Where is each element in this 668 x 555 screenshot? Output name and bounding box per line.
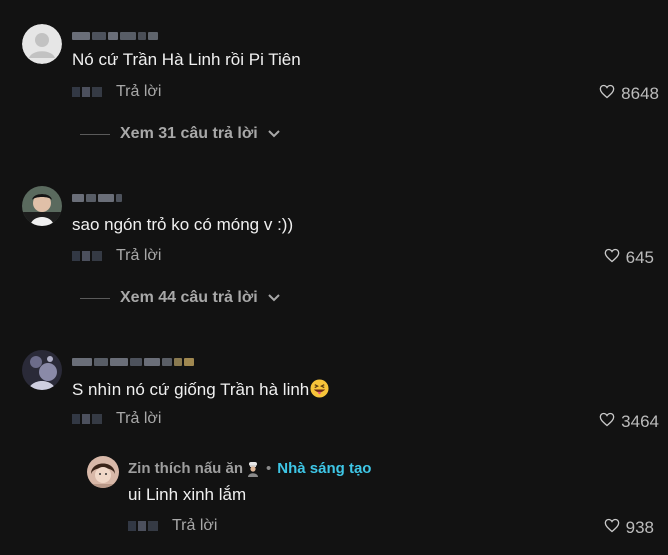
reply-text: ui Linh xinh lắm — [128, 485, 247, 504]
comment-meta: Trả lời — [72, 410, 161, 428]
reply-button[interactable]: Trả lời — [116, 83, 161, 101]
comment-meta: Trả lời — [72, 83, 161, 101]
heart-icon — [604, 518, 620, 538]
avatar[interactable] — [22, 350, 62, 390]
like-count: 3464 — [621, 412, 659, 431]
comment-meta: Trả lời — [72, 247, 161, 265]
date-blurred — [72, 87, 102, 97]
divider — [80, 133, 110, 135]
date-blurred — [72, 251, 102, 261]
divider — [80, 297, 110, 299]
chef-icon — [246, 461, 260, 477]
avatar[interactable] — [22, 186, 62, 226]
date-blurred — [72, 414, 102, 424]
username-blurred[interactable] — [72, 357, 194, 367]
like-count: 938 — [625, 518, 654, 537]
username-blurred[interactable] — [72, 31, 158, 41]
view-replies-label: Xem 31 câu trả lời — [120, 125, 258, 142]
separator: • — [266, 460, 272, 477]
heart-icon — [599, 412, 615, 432]
like-count: 645 — [625, 248, 654, 267]
like-button[interactable]: 645 — [604, 248, 654, 268]
avatar[interactable] — [87, 456, 119, 488]
reply-button[interactable]: Trả lời — [116, 247, 161, 265]
reply-button[interactable]: Trả lời — [172, 517, 217, 535]
view-replies-button[interactable]: Xem 31 câu trả lời — [80, 125, 280, 143]
comment-text-content: S nhìn nó cứ giống Trần hà linh — [72, 380, 310, 399]
avatar[interactable] — [22, 24, 62, 64]
reply-author-row: Zin thích nấu ăn • Nhà sáng tạo — [128, 460, 371, 477]
reply-author-name[interactable]: Zin thích nấu ăn — [128, 460, 243, 477]
creator-badge: Nhà sáng tạo — [277, 460, 372, 477]
like-button[interactable]: 8648 — [599, 84, 659, 104]
reply-button[interactable]: Trả lời — [116, 410, 161, 428]
heart-icon — [599, 84, 615, 104]
laughing-tongue-emoji-icon — [310, 379, 329, 398]
comments-panel: Nó cứ Trần Hà Linh rồi Pi Tiên Trả lời 8… — [0, 0, 668, 555]
username-blurred[interactable] — [72, 193, 122, 203]
chevron-down-icon — [258, 125, 280, 143]
heart-icon — [604, 248, 620, 268]
date-blurred — [128, 521, 158, 531]
reply-meta: Trả lời — [128, 517, 217, 535]
like-button[interactable]: 3464 — [599, 412, 659, 432]
like-count: 8648 — [621, 84, 659, 103]
view-replies-button[interactable]: Xem 44 câu trả lời — [80, 289, 280, 307]
like-button[interactable]: 938 — [604, 518, 654, 538]
comment-text: sao ngón trỏ ko có móng v :)) — [72, 215, 294, 234]
view-replies-label: Xem 44 câu trả lời — [120, 289, 258, 306]
chevron-down-icon — [258, 289, 280, 307]
comment-text: S nhìn nó cứ giống Trần hà linh — [72, 379, 329, 400]
comment-text: Nó cứ Trần Hà Linh rồi Pi Tiên — [72, 50, 301, 69]
